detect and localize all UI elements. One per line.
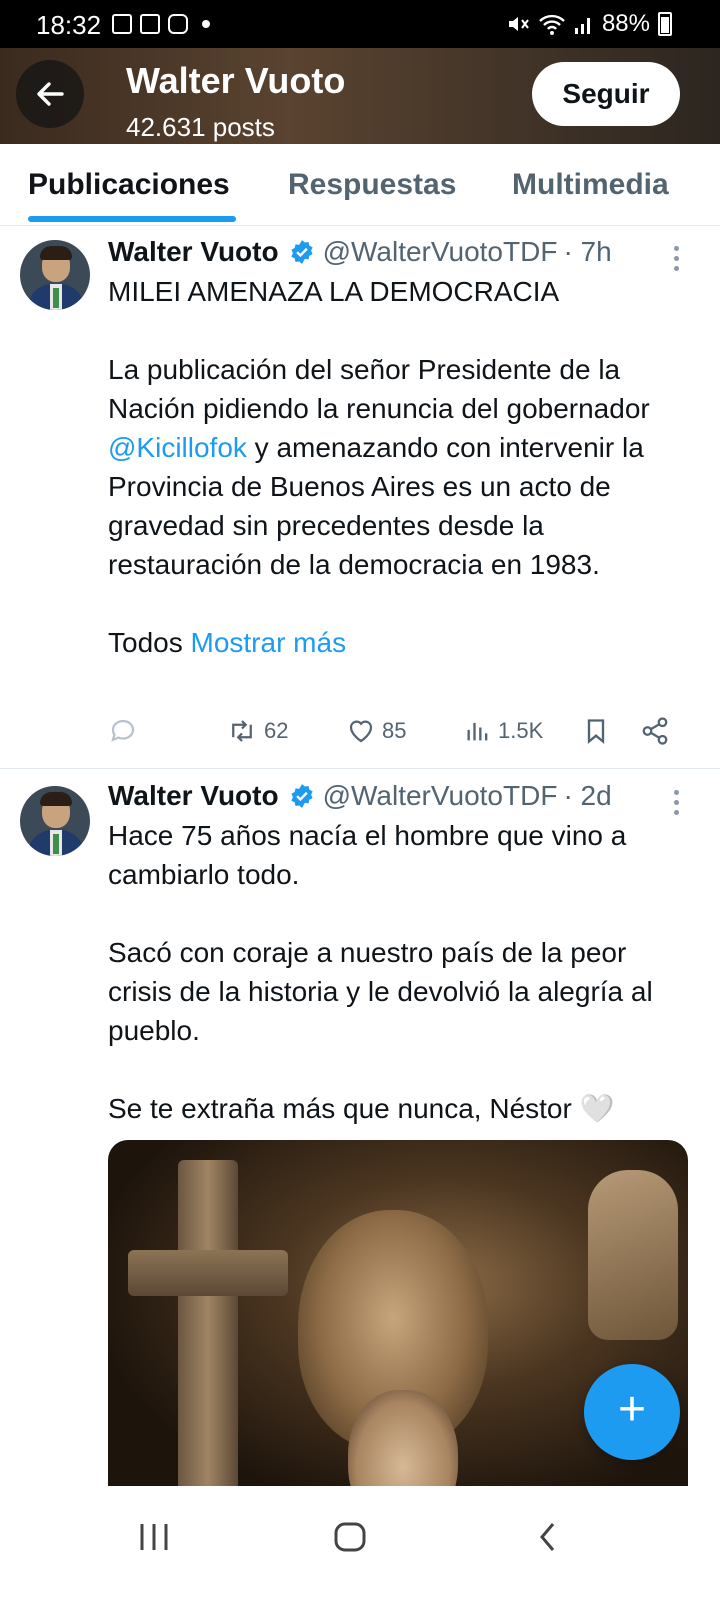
tweet-time[interactable]: · 2d bbox=[563, 780, 611, 812]
system-navigation-bar bbox=[0, 1486, 720, 1600]
chevron-left-icon bbox=[540, 1523, 555, 1551]
avatar[interactable] bbox=[20, 240, 90, 310]
tweet-time[interactable]: · 7h bbox=[563, 236, 611, 268]
author-name[interactable]: Walter Vuoto bbox=[108, 780, 279, 812]
show-more-link[interactable]: Mostrar más bbox=[191, 627, 347, 658]
profile-tabs: Publicaciones Respuestas Multimedia bbox=[0, 144, 720, 226]
active-tab-indicator bbox=[28, 216, 236, 222]
more-notifications-icon bbox=[202, 20, 210, 28]
tweet[interactable]: Walter Vuoto @WalterVuotoTDF · 7h MILEI … bbox=[0, 226, 720, 768]
battery-icon bbox=[658, 12, 672, 36]
wifi-icon bbox=[539, 14, 565, 35]
tweet-header: Walter Vuoto @WalterVuotoTDF · 7h bbox=[108, 236, 612, 268]
tweet-text: Hace 75 años nacía el hombre que vino a … bbox=[108, 816, 688, 1128]
compose-button[interactable]: + bbox=[584, 1364, 680, 1460]
share-icon bbox=[642, 717, 668, 745]
tweet-paragraph: Se te extraña más que nunca, Néstor 🤍 bbox=[108, 1093, 615, 1124]
avatar[interactable] bbox=[20, 786, 90, 856]
retweet-button[interactable]: 62 bbox=[226, 716, 288, 746]
author-handle[interactable]: @WalterVuotoTDF bbox=[323, 236, 558, 268]
gallery-icon bbox=[112, 14, 132, 34]
calendar-icon bbox=[140, 14, 160, 34]
recent-apps-button[interactable] bbox=[124, 1508, 184, 1568]
profile-header: Walter Vuoto 42.631 posts Seguir bbox=[0, 48, 720, 144]
tweet-text: MILEI AMENAZA LA DEMOCRACIA La publicaci… bbox=[108, 272, 688, 662]
views-icon bbox=[467, 722, 488, 741]
like-count: 85 bbox=[382, 718, 407, 743]
recent-apps-icon bbox=[140, 1524, 168, 1550]
like-button[interactable]: 85 bbox=[346, 716, 406, 746]
home-icon bbox=[334, 1522, 366, 1552]
verified-badge-icon bbox=[290, 784, 313, 808]
tweet-actions: 62 85 1.5K bbox=[108, 716, 688, 756]
profile-name: Walter Vuoto bbox=[126, 60, 346, 101]
tweet-paragraph: Todos Mostrar más bbox=[108, 627, 347, 658]
status-time: 18:32 bbox=[36, 10, 102, 40]
plus-icon: + bbox=[617, 1383, 647, 1436]
tweet-paragraph: La publicación del señor Presidente de l… bbox=[108, 354, 650, 580]
retweet-icon bbox=[232, 720, 252, 742]
share-button[interactable] bbox=[640, 716, 670, 746]
views-button[interactable]: 1.5K bbox=[464, 716, 543, 746]
tab-multimedia[interactable]: Multimedia bbox=[512, 168, 669, 202]
back-button[interactable] bbox=[16, 60, 84, 128]
tab-respuestas[interactable]: Respuestas bbox=[288, 168, 456, 202]
back-nav-button[interactable] bbox=[518, 1508, 578, 1568]
reply-icon bbox=[111, 719, 135, 742]
retweet-count: 62 bbox=[264, 718, 289, 743]
instagram-icon bbox=[168, 14, 188, 34]
bookmark-icon bbox=[587, 719, 605, 744]
heart-icon bbox=[349, 720, 373, 743]
author-handle[interactable]: @WalterVuotoTDF bbox=[323, 780, 558, 812]
bookmark-button[interactable] bbox=[582, 716, 610, 746]
tweet-headline: MILEI AMENAZA LA DEMOCRACIA bbox=[108, 276, 560, 307]
tweet-divider bbox=[0, 768, 720, 769]
tweet-paragraph: Sacó con coraje a nuestro país de la peo… bbox=[108, 937, 653, 1046]
views-count: 1.5K bbox=[498, 718, 544, 743]
system-icons: 88% bbox=[506, 10, 672, 38]
mention-link[interactable]: @Kicillofok bbox=[108, 432, 247, 463]
post-count: 42.631 posts bbox=[126, 112, 275, 142]
tweet-paragraph: Hace 75 años nacía el hombre que vino a … bbox=[108, 820, 627, 890]
tweet-header: Walter Vuoto @WalterVuotoTDF · 2d bbox=[108, 780, 612, 812]
battery-percent: 88% bbox=[601, 10, 650, 37]
status-bar: 18:32 88% bbox=[0, 0, 720, 48]
signal-icon bbox=[574, 18, 590, 34]
home-button[interactable] bbox=[320, 1508, 380, 1568]
mute-icon bbox=[508, 17, 529, 31]
follow-button[interactable]: Seguir bbox=[532, 62, 680, 126]
reply-button[interactable] bbox=[108, 716, 138, 746]
tab-publicaciones[interactable]: Publicaciones bbox=[28, 168, 230, 202]
author-name[interactable]: Walter Vuoto bbox=[108, 236, 279, 268]
arrow-left-icon bbox=[37, 82, 64, 106]
notification-icons bbox=[112, 14, 210, 34]
verified-badge-icon bbox=[290, 240, 313, 264]
